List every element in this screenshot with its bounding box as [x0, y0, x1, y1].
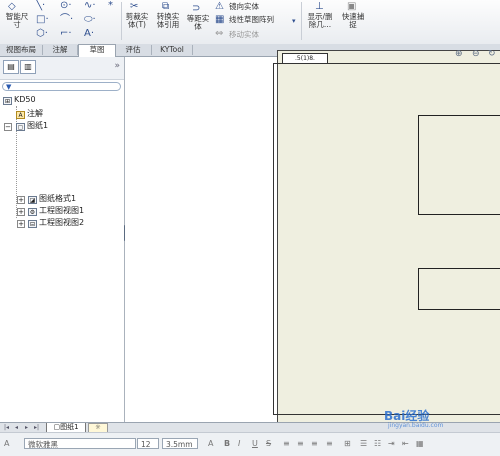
format-toolbar: A 微软雅黑 12 3.5mm A B I U S ≡ ≡ ≡ ≡ ⊞ ☰ ☷ … — [0, 432, 500, 456]
zoom-to-fit-icon[interactable]: ⊕ — [455, 49, 463, 59]
watermark-url: jingyan.baidu.com — [388, 422, 444, 429]
italic-icon[interactable]: I — [238, 438, 240, 449]
tree-item-drawing-view1[interactable]: ⚙ 工程图视图1 — [28, 206, 84, 216]
zoom-area-icon[interactable]: ⊖ — [472, 49, 480, 59]
tree-root[interactable]: ⊞ KD50 — [3, 95, 36, 105]
point-icon[interactable]: * — [108, 1, 113, 11]
tree-item-sheet[interactable]: ▢ 图纸1 — [16, 121, 48, 131]
convert-icon[interactable]: ⧉ — [162, 2, 169, 12]
tree-item-label: 注解 — [27, 109, 43, 118]
last-sheet-icon[interactable]: ▸| — [33, 424, 40, 431]
previous-sheet-icon[interactable]: ◂ — [13, 424, 20, 431]
quick-snaps-button[interactable]: 快速捕 捉 — [339, 13, 367, 29]
quick-snaps-icon[interactable]: ▣ — [347, 2, 356, 12]
relations-icon[interactable]: ⊥ — [315, 2, 324, 12]
indent-icon[interactable]: ⇥ — [388, 438, 395, 449]
offset-icon[interactable]: ⊃ — [192, 4, 200, 14]
smart-dimension-icon[interactable]: ◇ — [8, 2, 16, 12]
convert-entities-button[interactable]: 转换实 体引用 — [153, 13, 183, 29]
tab-sketch[interactable]: 草图 — [78, 44, 116, 57]
font-size-select[interactable]: 12 — [137, 438, 159, 449]
trim-entities-button[interactable]: 剪裁实 体(T) — [123, 13, 151, 29]
sheet-tab-label: 图纸1 — [60, 423, 79, 431]
text-icon[interactable]: A· — [84, 29, 94, 39]
drawing-view-icon: ⊟ — [28, 220, 37, 228]
bullets-icon[interactable]: ☰ — [360, 438, 367, 449]
ribbon-toolbar: ◇ 智能尺 寸 ╲· ⊙· ∿· * □· ⌒· ⬭· ⬡· ⌐· A· ✂ 剪… — [0, 0, 500, 45]
strikethrough-icon[interactable]: S — [266, 438, 271, 449]
next-sheet-icon[interactable]: ▸ — [23, 424, 30, 431]
chevron-down-icon[interactable]: ▾ — [292, 16, 296, 26]
bold-icon[interactable]: B — [224, 438, 230, 449]
tab-kytool[interactable]: KYTool — [152, 45, 193, 55]
trim-icon[interactable]: ✂ — [130, 2, 138, 12]
drawing-view-icon: ⚙ — [28, 208, 37, 216]
offset-entities-button[interactable]: 等距实 体 — [184, 15, 212, 31]
tree-item-sheet-format[interactable]: ◪ 图纸格式1 — [28, 194, 76, 204]
sheet-tag: .5(1)8. — [282, 53, 328, 64]
linear-pattern-button[interactable]: 线性草图阵列 — [229, 16, 289, 24]
line-icon[interactable]: ╲· — [36, 1, 45, 11]
text-height-field[interactable]: 3.5mm — [162, 438, 198, 449]
ribbon-separator — [301, 2, 302, 40]
linear-pattern-icon[interactable]: ▦ — [215, 15, 224, 25]
drawing-icon: ⊞ — [3, 97, 12, 105]
sheet-format-icon: ◪ — [28, 196, 37, 204]
underline-icon[interactable]: U — [252, 438, 258, 449]
mirror-entities-button[interactable]: 镜向实体 — [229, 3, 289, 11]
stack-icon[interactable]: ⊞ — [344, 438, 351, 449]
annotation-icon: A — [16, 111, 25, 119]
tab-annotation[interactable]: 注解 — [43, 45, 78, 55]
expand-icon[interactable]: + — [17, 196, 25, 204]
justify-icon[interactable]: ≡ — [326, 438, 333, 449]
numbering-icon[interactable]: ☷ — [374, 438, 381, 449]
previous-view-icon[interactable]: ↻ — [488, 49, 496, 59]
font-size-icon[interactable]: A — [208, 438, 213, 449]
tree-item-label: 图纸格式1 — [39, 194, 77, 203]
tree-item-label: 工程图视图2 — [39, 218, 85, 227]
tree-item-label: 图纸1 — [27, 121, 49, 130]
tree-item-drawing-view2[interactable]: ⊟ 工程图视图2 — [28, 218, 84, 228]
move-entities-button: 移动实体 — [229, 30, 259, 39]
tree-root-label: KD50 — [14, 95, 36, 104]
feature-manager-panel: ▤ ▥ » ▼ ⊞ KD50 A 注解 − ▢ 图纸1 + ◪ 图纸格式1 + ⚙ 工程图… — [0, 57, 125, 422]
sheet-icon: ▢ — [16, 123, 25, 131]
tree-item-label: 工程图视图1 — [39, 206, 85, 215]
collapse-icon[interactable]: − — [4, 123, 12, 131]
fillet-icon[interactable]: ⌐· — [60, 29, 72, 39]
tab-evaluate[interactable]: 评估 — [115, 45, 152, 55]
rectangle-icon[interactable]: □· — [36, 15, 49, 25]
drawing-view2-outline[interactable] — [418, 268, 500, 310]
spline-icon[interactable]: ∿· — [84, 1, 96, 11]
font-select[interactable]: 微软雅黑 — [24, 438, 136, 449]
table-icon[interactable]: ▦ — [416, 438, 424, 449]
ellipse-icon[interactable]: ⬭· — [84, 15, 96, 25]
first-sheet-icon[interactable]: |◂ — [3, 424, 10, 431]
panel-header: ▤ ▥ » — [0, 57, 124, 80]
expand-icon[interactable]: + — [17, 208, 25, 216]
smart-dimension-button[interactable]: 智能尺 寸 — [2, 13, 32, 29]
polygon-icon[interactable]: ⬡· — [36, 29, 48, 39]
mirror-icon[interactable]: ⚠ — [215, 2, 224, 12]
move-icon: ⇔ — [215, 28, 224, 39]
align-center-icon[interactable]: ≡ — [297, 438, 304, 449]
expand-icon[interactable]: + — [17, 220, 25, 228]
align-right-icon[interactable]: ≡ — [311, 438, 318, 449]
tree-item-annotations[interactable]: A 注解 — [16, 109, 43, 119]
ribbon-separator — [121, 2, 122, 40]
align-left-icon[interactable]: ≡ — [283, 438, 290, 449]
outdent-icon[interactable]: ⇤ — [402, 438, 409, 449]
text-icon[interactable]: A — [4, 438, 9, 449]
arc-icon[interactable]: ⌒· — [60, 15, 73, 25]
tab-view-layout[interactable]: 视图布局 — [0, 45, 43, 55]
drawing-view1-outline[interactable] — [418, 115, 500, 215]
display-delete-relations-button[interactable]: 显示/删 除几... — [303, 13, 337, 29]
filter-icon: ▼ — [6, 83, 12, 91]
property-manager-icon[interactable]: ▥ — [20, 60, 36, 74]
filter-field[interactable]: ▼ — [2, 82, 121, 91]
expand-panel-icon[interactable]: » — [114, 61, 120, 71]
feature-tree-icon[interactable]: ▤ — [3, 60, 19, 74]
circle-icon[interactable]: ⊙· — [60, 1, 72, 11]
